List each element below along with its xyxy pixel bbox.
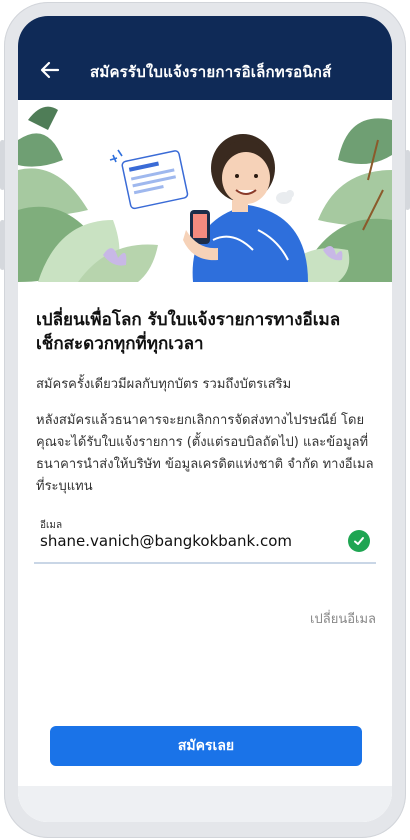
- home-indicator-bar: [18, 786, 392, 822]
- side-button: [405, 150, 410, 210]
- back-button[interactable]: [36, 56, 64, 84]
- submit-button[interactable]: สมัครเลย: [50, 726, 362, 766]
- change-email-link[interactable]: เปลี่ยนอีเมล: [310, 608, 376, 629]
- subtitle: สมัครครั้งเดียวมีผลกับทุกบัตร รวมถึงบัตร…: [36, 377, 292, 392]
- email-field[interactable]: shane.vanich@bangkokbank.com: [34, 530, 376, 564]
- arrow-left-icon: [40, 61, 60, 79]
- phone-mockup: สมัครรับใบแจ้งรายการอิเล็กทรอนิกส์ เปลี่…: [0, 0, 410, 840]
- info-section: เปลี่ยนเพื่อโลก รับใบแจ้งรายการทางอีเมล …: [36, 308, 376, 498]
- side-button: [0, 220, 5, 270]
- page-title: สมัครรับใบแจ้งรายการอิเล็กทรอนิกส์: [90, 63, 332, 81]
- app-bar: สมัครรับใบแจ้งรายการอิเล็กทรอนิกส์: [18, 16, 392, 100]
- headline-line-1: เปลี่ยนเพื่อโลก รับใบแจ้งรายการทางอีเมล: [36, 310, 341, 330]
- headline-line-2: เช็กสะดวกทุกที่ทุกเวลา: [36, 334, 204, 354]
- hero-illustration: [18, 100, 392, 282]
- headline: เปลี่ยนเพื่อโลก รับใบแจ้งรายการทางอีเมล …: [36, 308, 376, 356]
- email-field-value[interactable]: shane.vanich@bangkokbank.com: [40, 532, 292, 550]
- description: หลังสมัครแล้วธนาคารจะยกเลิกการจัดส่งทางไ…: [36, 413, 374, 494]
- side-button: [0, 140, 5, 190]
- check-circle-icon: [348, 530, 370, 552]
